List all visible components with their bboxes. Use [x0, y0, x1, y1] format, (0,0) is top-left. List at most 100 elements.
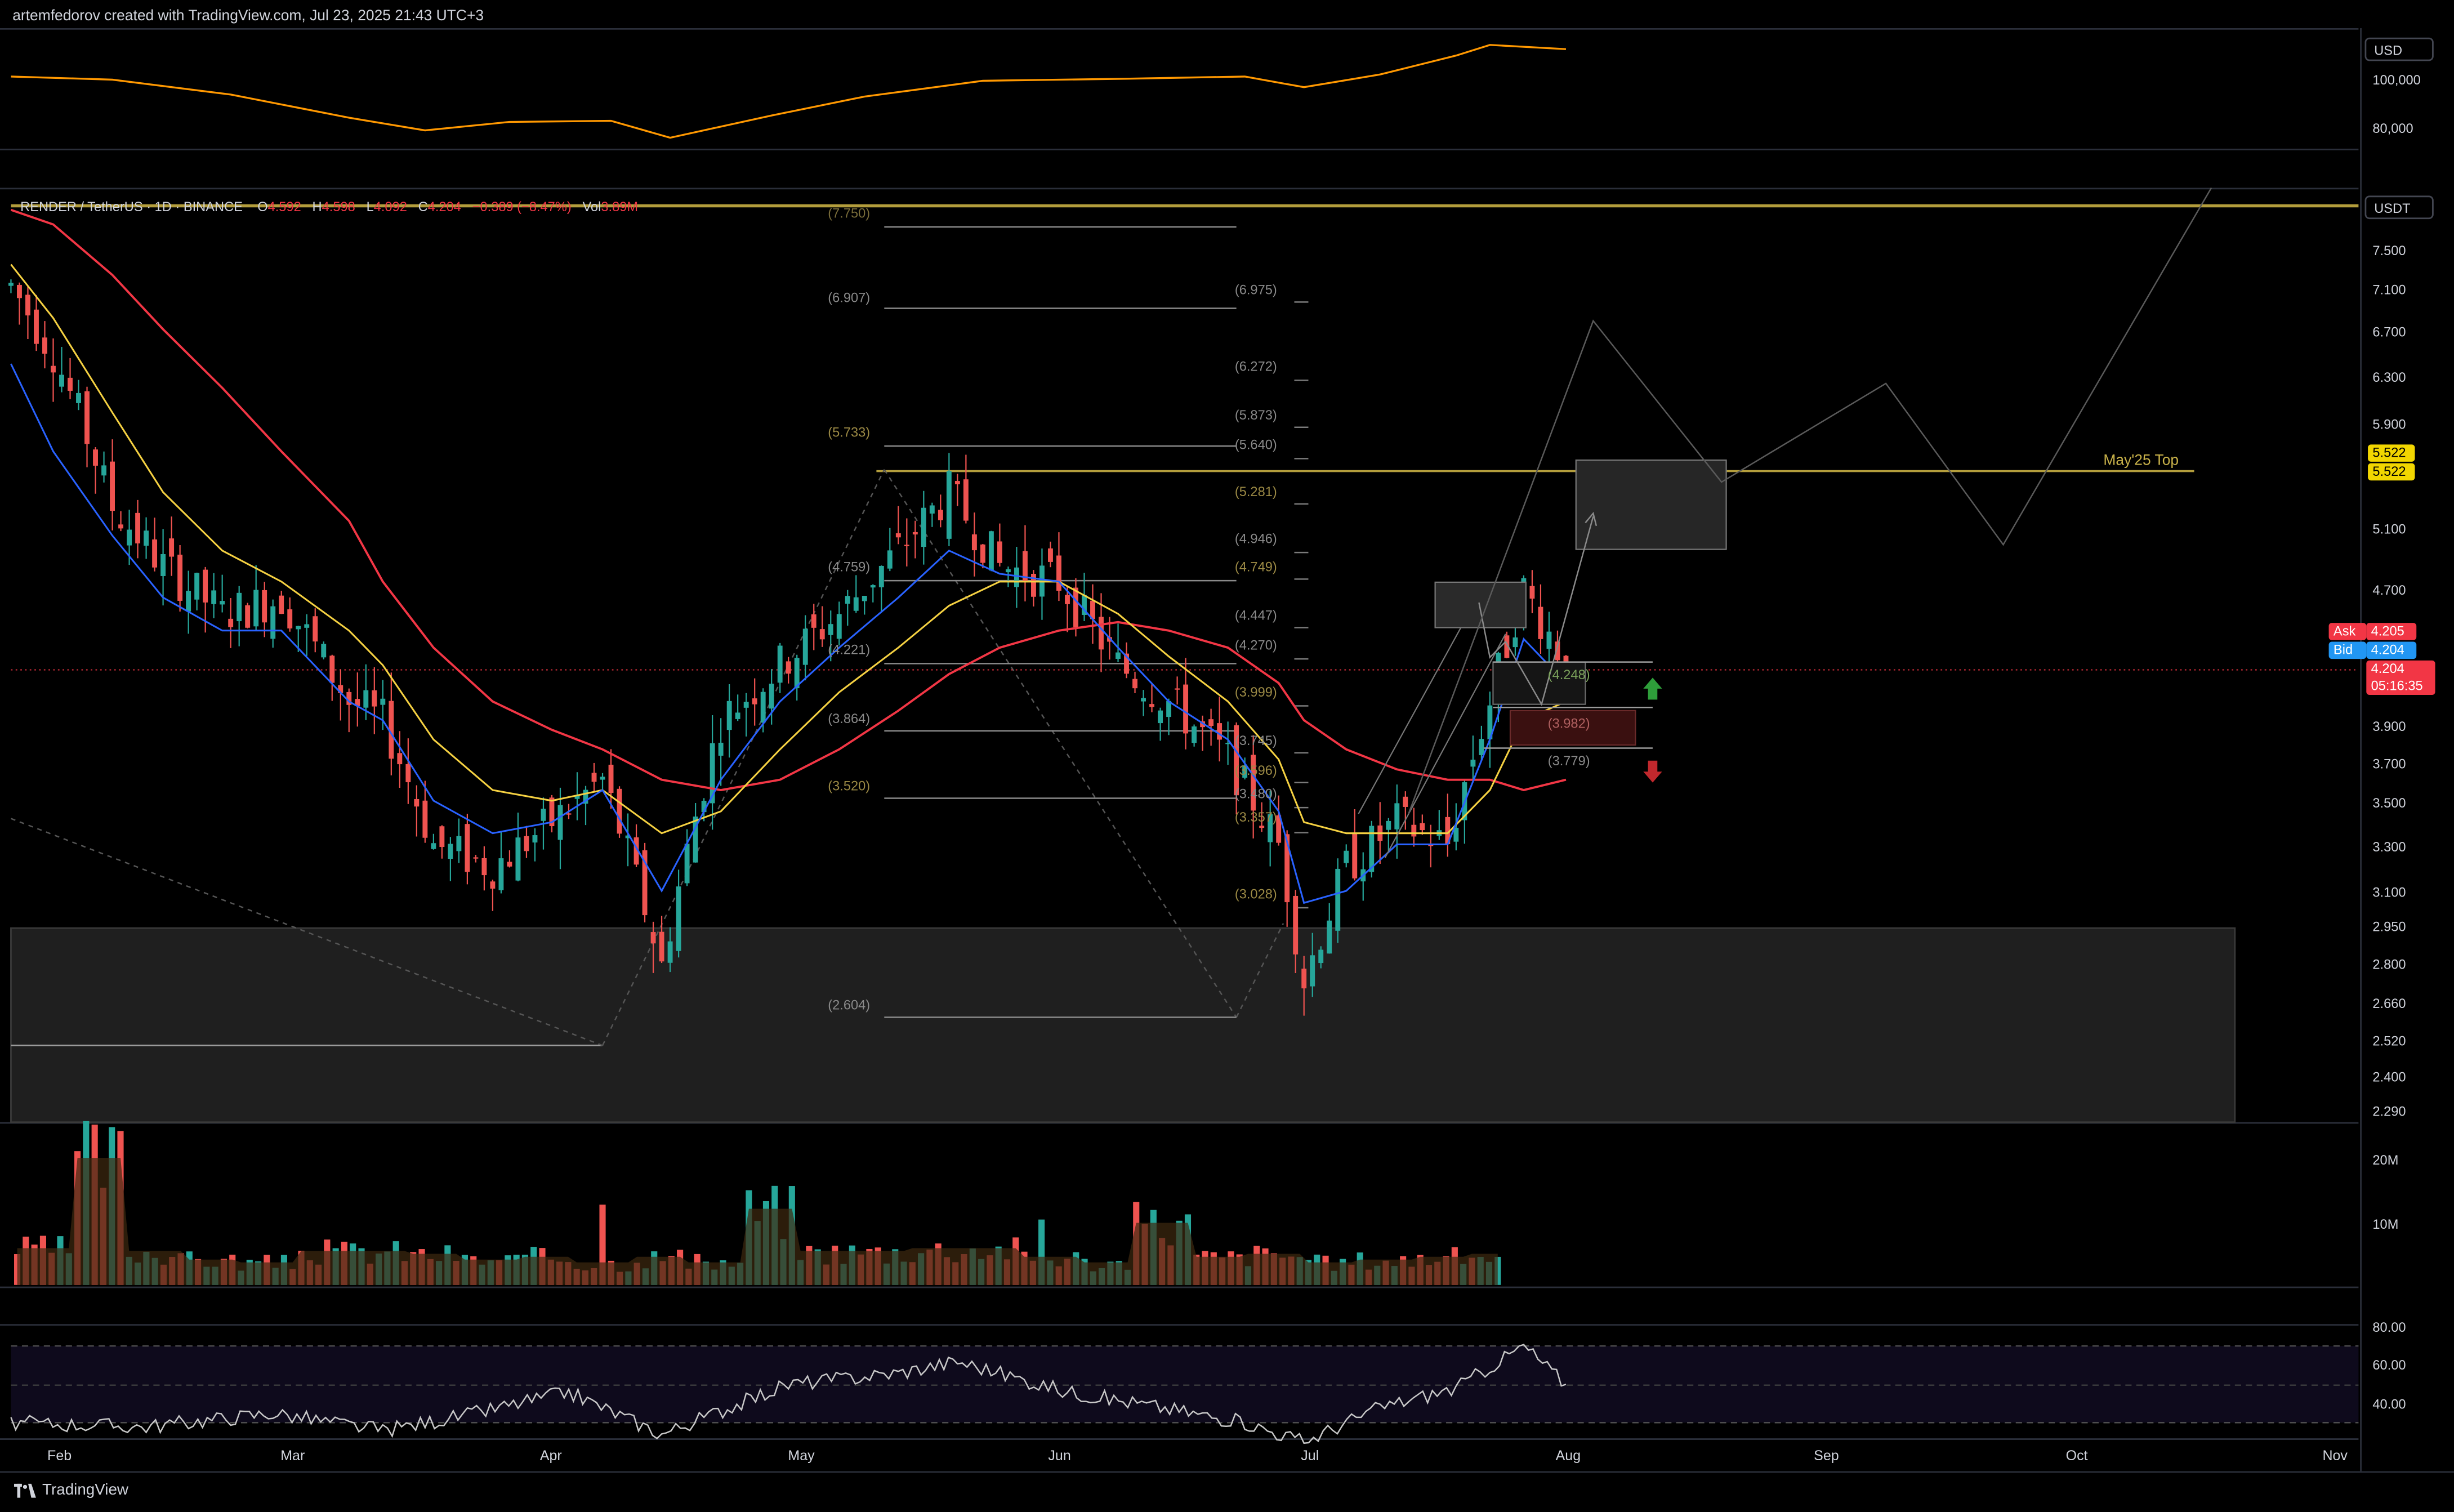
axis-label: 3.700	[2372, 756, 2406, 772]
fib-label: (4.270)	[1234, 637, 1277, 653]
candle-body	[1005, 569, 1011, 573]
candle-body	[1335, 868, 1341, 931]
candle-body	[600, 777, 605, 780]
axis-label: 100,000	[2372, 72, 2421, 88]
tradingview-logo[interactable]: TradingView	[14, 1482, 128, 1500]
demand-zone	[10, 927, 2236, 1123]
usd-unit-button[interactable]: USD	[2364, 37, 2434, 61]
candle-body	[963, 479, 969, 521]
candle-body	[1132, 679, 1137, 689]
candle-body	[152, 539, 158, 568]
candle-body	[870, 585, 876, 588]
candle-body	[760, 692, 766, 723]
candle-body	[270, 606, 276, 639]
axis-label: 3.500	[2372, 795, 2406, 811]
fib-label: (5.640)	[1234, 436, 1277, 453]
up-arrow-icon	[1643, 677, 1662, 700]
last-price-value: 4.204	[2371, 660, 2404, 676]
candle-body	[1259, 826, 1265, 828]
x-axis-label: Jun	[1048, 1447, 1071, 1464]
candle-body	[1529, 586, 1535, 599]
open-value: 4.592	[267, 198, 301, 215]
candle-body	[372, 690, 377, 707]
candle-body	[93, 449, 98, 466]
axis-label: 60.00	[2372, 1357, 2406, 1373]
axis-label: 2.950	[2372, 918, 2406, 935]
change-value: −0.389 (−8.47%)	[472, 198, 572, 215]
vol-value: 3.89M	[601, 198, 639, 215]
candle-body	[253, 590, 259, 627]
candle-body	[1344, 850, 1349, 863]
level-tag-top: 5.522	[2368, 444, 2415, 462]
candle-body	[1470, 759, 1476, 767]
fib-label: (6.907)	[828, 289, 871, 305]
fib-label: (3.864)	[828, 710, 871, 726]
axis-label: 10M	[2372, 1216, 2399, 1232]
candle-body	[726, 701, 732, 730]
candle-body	[1394, 803, 1400, 829]
candle-body	[853, 597, 859, 611]
candle-body	[169, 538, 175, 557]
ema-fast-line	[10, 363, 1567, 904]
candle-body	[287, 609, 293, 628]
target-label-2: (3.982)	[1547, 715, 1590, 731]
candle-body	[262, 590, 267, 623]
candle-body	[980, 544, 985, 563]
axis-label: 2.400	[2372, 1069, 2406, 1085]
candle-body	[1352, 833, 1358, 878]
axis-label: 80,000	[2372, 121, 2413, 136]
close-value: 4.204	[427, 198, 461, 215]
axis-label: 5.900	[2372, 416, 2406, 432]
candle-body	[1310, 955, 1315, 987]
candle-body	[363, 690, 369, 708]
axis-label: 3.100	[2372, 884, 2406, 900]
candle-body	[414, 799, 420, 807]
tradingview-brand: TradingView	[42, 1482, 128, 1500]
axis-label: 4.700	[2372, 582, 2406, 598]
candle-body	[836, 614, 842, 639]
symbol-legend[interactable]: RENDER / TetherUS · 1D · BINANCE O4.592 …	[20, 199, 638, 215]
candle-body	[1318, 949, 1324, 964]
axis-label: 2.520	[2372, 1033, 2406, 1049]
candle-body	[802, 628, 808, 665]
candle-body	[456, 836, 462, 851]
candle-body	[1208, 719, 1214, 726]
candle-body	[954, 481, 960, 485]
candle-body	[1073, 587, 1078, 627]
candle-body	[1538, 606, 1543, 639]
candle-body	[912, 532, 918, 535]
candle-body	[735, 712, 740, 719]
candle-body	[541, 809, 546, 821]
candle-body	[160, 554, 166, 576]
bid-tag-label: Bid	[2328, 641, 2367, 659]
candle-body	[101, 465, 106, 476]
usdt-unit-button[interactable]: USDT	[2364, 195, 2434, 220]
candle-body	[921, 507, 926, 547]
may-top-annotation[interactable]: May'25 Top	[2103, 452, 2179, 470]
candle-body	[118, 524, 124, 529]
candle-body	[1327, 920, 1332, 954]
tradingview-logo-icon	[14, 1483, 36, 1498]
candle-body	[617, 788, 622, 834]
target-label-1: (4.248)	[1547, 666, 1590, 683]
candle-body	[811, 614, 816, 628]
candle-body	[769, 684, 774, 709]
ema-mid-line	[10, 264, 1567, 835]
volume-ma-area	[17, 1158, 1498, 1285]
fib-label: (3.520)	[828, 778, 871, 794]
x-axis-label: Oct	[2065, 1447, 2088, 1464]
axis-label: 6.300	[2372, 369, 2406, 385]
candle-body	[1546, 631, 1552, 649]
candle-body	[51, 365, 56, 373]
fib-label: (3.480)	[1234, 786, 1277, 802]
candle-body	[211, 590, 217, 604]
chart-canvas[interactable]	[0, 0, 2454, 1510]
fib-label: (4.221)	[828, 641, 871, 658]
candle-body	[1149, 704, 1155, 707]
axis-label: 2.660	[2372, 995, 2406, 1011]
axis-label: 80.00	[2372, 1319, 2406, 1335]
candle-body	[220, 601, 225, 605]
fib-label: (3.596)	[1234, 762, 1277, 778]
fib-left-lines	[884, 226, 1237, 1018]
axis-label: 3.300	[2372, 838, 2406, 855]
